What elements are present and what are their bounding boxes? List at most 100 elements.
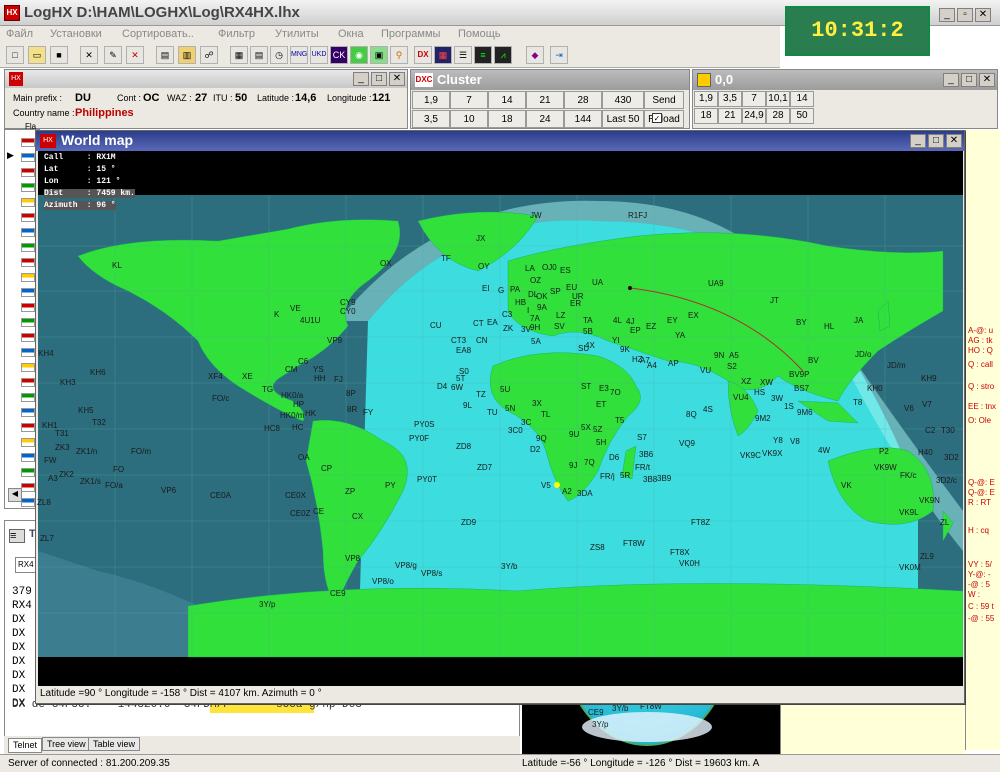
prefix-label[interactable]: 5T — [456, 374, 465, 383]
prefix-label[interactable]: 5U — [500, 385, 510, 394]
prefix-label[interactable]: ES — [560, 266, 571, 275]
cluster-band-button[interactable]: 14 — [488, 91, 526, 109]
prefix-label[interactable]: T8 — [853, 398, 862, 407]
prefix-label[interactable]: KH6 — [90, 368, 106, 377]
prefix-label[interactable]: ZS8 — [590, 543, 605, 552]
prefix-label[interactable]: JD/o — [855, 350, 871, 359]
prefix-label[interactable]: TF — [441, 254, 451, 263]
prefix-label[interactable]: VK9W — [874, 463, 897, 472]
prefix-label[interactable]: FT8X — [670, 548, 690, 557]
prefix-label[interactable]: V8 — [790, 437, 800, 446]
filter-band-button[interactable]: 24,9 — [742, 108, 766, 124]
prefix-label[interactable]: ZD8 — [456, 442, 471, 451]
prefix-label[interactable]: VP8/o — [372, 577, 394, 586]
prefix-label[interactable]: AP — [668, 359, 679, 368]
menu-sort[interactable]: Сортировать.. — [122, 28, 194, 40]
prefix-label[interactable]: HP — [293, 400, 304, 409]
prefix-label[interactable]: CT3 — [451, 336, 466, 345]
new-file-icon[interactable]: □ — [6, 46, 24, 64]
prefix-label[interactable]: PY — [385, 481, 396, 490]
reload-checkbox[interactable]: ✓ — [652, 113, 662, 123]
prefix-label[interactable]: 9N — [714, 351, 724, 360]
prefix-label[interactable]: 3B6 — [639, 450, 653, 459]
prefix-label[interactable]: YS — [313, 365, 324, 374]
info-close-button[interactable]: ✕ — [389, 72, 405, 86]
log-scroll-left-button[interactable]: ◀ — [8, 488, 22, 502]
prefix-label[interactable]: FY — [363, 408, 373, 417]
prefix-label[interactable]: YI — [612, 336, 620, 345]
prefix-label[interactable]: 9Q — [536, 434, 547, 443]
menu-programs[interactable]: Программы — [381, 28, 440, 40]
prefix-label[interactable]: 9K — [620, 345, 630, 354]
prefix-label[interactable]: ZL9 — [920, 552, 934, 561]
prefix-label[interactable]: TZ — [476, 390, 486, 399]
prefix-label[interactable]: HC — [292, 423, 304, 432]
world-map-canvas[interactable] — [38, 151, 963, 686]
prefix-label[interactable]: FR/j — [600, 472, 615, 481]
prefix-label[interactable]: VK0M — [899, 563, 921, 572]
cluster-band-button[interactable]: 18 — [488, 110, 526, 128]
prefix-label[interactable]: PY0T — [417, 475, 437, 484]
prefix-label[interactable]: ZK — [503, 324, 513, 333]
prefix-label[interactable]: HK0/m — [280, 411, 304, 420]
filter-band-button[interactable]: 28 — [766, 108, 790, 124]
prefix-label[interactable]: VE — [290, 304, 301, 313]
prefix-label[interactable]: VU4 — [733, 393, 749, 402]
prefix-label[interactable]: ZP — [345, 487, 355, 496]
prefix-label[interactable]: FR/t — [635, 463, 650, 472]
filter-band-button[interactable]: 18 — [694, 108, 718, 124]
cluster-band-button[interactable]: 3,5 — [412, 110, 450, 128]
prefix-label[interactable]: 5Z — [593, 425, 602, 434]
app-minimize-button[interactable]: _ — [939, 8, 955, 22]
prefix-label[interactable]: UA — [592, 278, 603, 287]
cluster-band-button[interactable]: 1,9 — [412, 91, 450, 109]
prefix-label[interactable]: BV — [808, 356, 819, 365]
cluster-band-button[interactable]: Send — [644, 91, 684, 109]
prefix-label[interactable]: EP — [630, 326, 641, 335]
prefix-label[interactable]: S2 — [727, 362, 737, 371]
prefix-label[interactable]: 3B8 — [643, 475, 657, 484]
dx-icon[interactable]: DX — [414, 46, 432, 64]
prefix-label[interactable]: XE — [242, 372, 253, 381]
prefix-label[interactable]: D2 — [530, 445, 540, 454]
prefix-label[interactable]: EA8 — [456, 346, 471, 355]
prefix-label[interactable]: A5 — [729, 351, 739, 360]
prefix-label[interactable]: FK/c — [900, 471, 916, 480]
prefix-label[interactable]: SP — [550, 287, 561, 296]
prefix-label[interactable]: VU — [700, 366, 711, 375]
prefix-label[interactable]: VK9L — [899, 508, 919, 517]
prefix-label[interactable]: D4 — [437, 382, 447, 391]
prefix-label[interactable]: HS — [754, 388, 765, 397]
bars-icon[interactable]: ≡ — [474, 46, 492, 64]
prefix-label[interactable]: VP8/s — [421, 569, 442, 578]
delete-icon[interactable]: ✕ — [126, 46, 144, 64]
prefix-label[interactable]: XW — [760, 378, 773, 387]
prefix-label[interactable]: KH4 — [38, 349, 54, 358]
prefix-label[interactable]: T32 — [92, 418, 106, 427]
prefix-label[interactable]: ER — [570, 299, 581, 308]
filter-minimize-button[interactable]: _ — [943, 73, 959, 87]
prefix-label[interactable]: 7O — [610, 388, 621, 397]
prefix-label[interactable]: OA — [298, 453, 310, 462]
filter-band-button[interactable]: 10,1 — [766, 91, 790, 107]
prefix-label[interactable]: 9L — [463, 401, 472, 410]
prefix-label[interactable]: ZD9 — [461, 518, 476, 527]
cluster-band-button[interactable]: 24 — [526, 110, 564, 128]
prefix-label[interactable]: VK9X — [762, 449, 782, 458]
terminal-icon[interactable]: ▦ — [434, 46, 452, 64]
prefix-label[interactable]: BY — [796, 318, 807, 327]
prefix-label[interactable]: VK9C — [740, 451, 761, 460]
prefix-label[interactable]: VP8 — [345, 554, 360, 563]
prefix-label[interactable]: ST — [581, 382, 591, 391]
prefix-label[interactable]: C2 — [925, 426, 935, 435]
prefix-label[interactable]: 5R — [620, 471, 630, 480]
prefix-label[interactable]: G — [498, 286, 504, 295]
filter-close-button[interactable]: ✕ — [979, 73, 995, 87]
tools-icon[interactable]: ✕ — [80, 46, 98, 64]
list-icon[interactable]: ☰ — [454, 46, 472, 64]
prefix-label[interactable]: CE0X — [285, 491, 306, 500]
book-icon[interactable]: ◆ — [526, 46, 544, 64]
cluster-band-button[interactable]: 144 — [564, 110, 602, 128]
prefix-label[interactable]: OK — [536, 292, 548, 301]
prefix-label[interactable]: T5 — [615, 416, 624, 425]
